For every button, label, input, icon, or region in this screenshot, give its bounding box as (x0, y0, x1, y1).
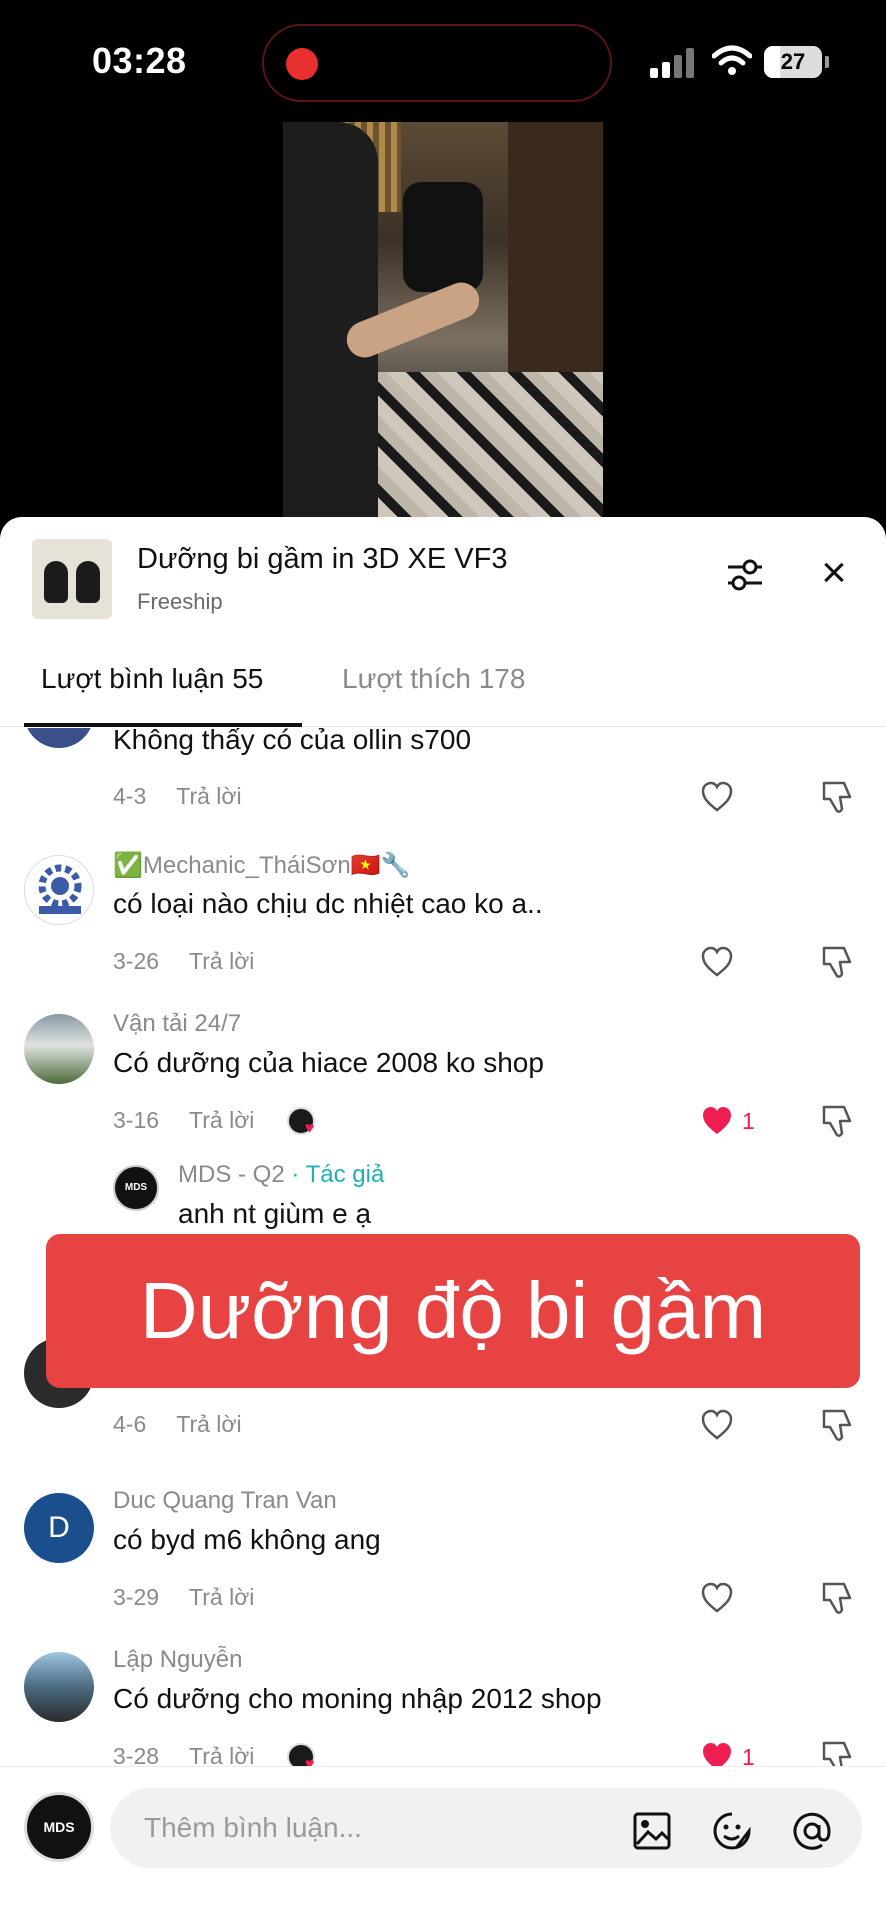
comment-date: 4-6 (113, 1411, 147, 1437)
product-title[interactable]: Dưỡng bi gầm in 3D XE VF3 (137, 543, 507, 576)
battery-icon: 27 (764, 46, 822, 78)
author-avatar[interactable]: MDS (113, 1165, 159, 1211)
user-avatar[interactable]: D (24, 1493, 94, 1563)
mention-icon[interactable] (792, 1811, 832, 1851)
video-caption-overlay: Dưỡng độ bi gầm (46, 1234, 860, 1388)
comment-meta: 4-3 Trả lời (113, 783, 242, 810)
comment-date: 3-16 (113, 1107, 160, 1134)
comment-date: 3-29 (113, 1584, 160, 1610)
comment-text: có loại nào chịu dc nhiệt cao ko a.. (113, 888, 543, 919)
reply-button[interactable]: Trả lời (189, 948, 254, 974)
dislike-icon[interactable] (820, 1407, 854, 1443)
wifi-icon (712, 45, 752, 75)
dislike-icon[interactable] (820, 1580, 854, 1616)
comment-username[interactable]: Lập Nguyễn (113, 1646, 242, 1674)
comment-meta: 3-16 Trả lời ♥ (113, 1107, 317, 1137)
comment-meta: 3-26 Trả lời (113, 948, 254, 975)
reply-button[interactable]: Trả lời (176, 783, 241, 809)
comment-username[interactable]: Vận tải 24/7 (113, 1010, 241, 1038)
current-user-avatar[interactable]: MDS (24, 1792, 94, 1862)
comment-text: Không thấy có của ollin s700 (113, 728, 472, 755)
status-time: 03:28 (92, 40, 187, 81)
comment-text: có byd m6 không ang (113, 1524, 381, 1555)
comment-tabs: Lượt bình luận 55 Lượt thích 178 (0, 647, 886, 727)
product-thumbnail[interactable] (32, 539, 112, 619)
video-preview[interactable] (283, 122, 603, 517)
author-tag: · Tác giả (284, 1161, 385, 1188)
recording-dot-icon (286, 48, 318, 80)
gear-icon (38, 864, 82, 914)
reply-button[interactable]: Trả lời (189, 1584, 254, 1610)
reply-button[interactable]: Trả lời (189, 1107, 254, 1133)
reply-user: MDS - Q2 (178, 1161, 285, 1188)
product-subtitle: Freeship (137, 589, 223, 614)
comment-composer: MDS (0, 1766, 886, 1920)
heart-outline-icon[interactable] (700, 946, 734, 978)
dynamic-island (262, 24, 612, 102)
close-icon[interactable]: × (816, 551, 852, 595)
status-bar: 03:28 27 (0, 0, 886, 120)
user-avatar[interactable] (24, 728, 94, 748)
tab-comments[interactable]: Lượt bình luận 55 (41, 663, 263, 695)
image-icon[interactable] (632, 1811, 672, 1851)
comment-username[interactable]: Duc Quang Tran Van (113, 1487, 337, 1515)
user-avatar[interactable] (24, 855, 94, 925)
comment-date: 3-26 (113, 948, 160, 974)
comment-meta: 3-29 Trả lời (113, 1584, 254, 1611)
reply-username[interactable]: MDS - Q2 · Tác giả (178, 1161, 384, 1189)
heart-outline-icon[interactable] (700, 1582, 734, 1614)
comment-date: 4-3 (113, 783, 147, 809)
dislike-icon[interactable] (820, 1103, 854, 1139)
battery-level: 27 (780, 49, 806, 74)
dislike-icon[interactable] (820, 944, 854, 980)
heart-filled-icon[interactable] (700, 1105, 734, 1137)
reply-text: anh nt giùm e ạ (178, 1198, 372, 1229)
tab-likes[interactable]: Lượt thích 178 (342, 663, 525, 695)
creator-liked-badge: ♥ (286, 1107, 317, 1137)
emoji-icon[interactable] (712, 1811, 752, 1851)
dislike-icon[interactable] (820, 779, 854, 815)
reply-button[interactable]: Trả lời (176, 1411, 241, 1437)
comment-username[interactable]: ✅Mechanic_TháiSơn🇻🇳🔧 (113, 851, 411, 880)
product-header[interactable]: Dưỡng bi gầm in 3D XE VF3 Freeship × (0, 517, 886, 637)
active-tab-indicator (24, 723, 302, 727)
comment-text: Có dưỡng cho moning nhập 2012 shop (113, 1683, 602, 1714)
like-count: 1 (742, 1108, 755, 1134)
cellular-signal-icon (650, 48, 698, 78)
filter-icon[interactable] (726, 557, 764, 593)
comments-sheet: Dưỡng bi gầm in 3D XE VF3 Freeship × Lượ… (0, 517, 886, 1920)
user-avatar[interactable] (24, 1014, 94, 1084)
heart-outline-icon[interactable] (700, 781, 734, 813)
comment-meta: 4-6 Trả lời (113, 1411, 242, 1438)
user-avatar[interactable] (24, 1652, 94, 1722)
heart-outline-icon[interactable] (700, 1409, 734, 1441)
comment-text: Có dưỡng của hiace 2008 ko shop (113, 1047, 544, 1078)
